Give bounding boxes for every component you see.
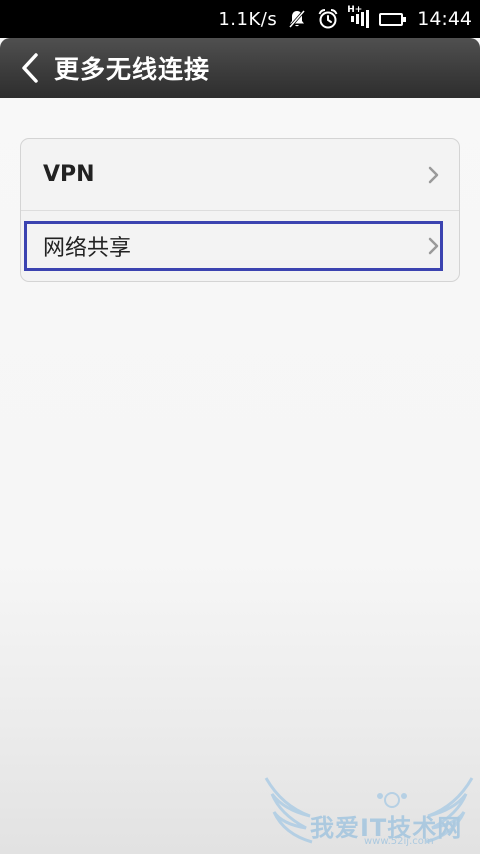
chevron-right-icon [427, 166, 439, 184]
menu-item-network-sharing[interactable]: 网络共享 [21, 210, 459, 281]
network-speed: 1.1K/s [218, 8, 278, 30]
menu-item-label: 网络共享 [43, 236, 132, 261]
status-time: 14:44 [417, 8, 472, 30]
chevron-right-icon [427, 237, 439, 255]
watermark: 我爱IT技术网 www.52ij.com [262, 776, 476, 850]
signal-type-label: H+ [347, 5, 363, 15]
battery-icon [379, 12, 407, 26]
alarm-icon [317, 8, 339, 30]
settings-card: VPN 网络共享 [20, 138, 460, 282]
menu-item-vpn[interactable]: VPN [21, 139, 459, 210]
back-button[interactable] [6, 38, 54, 98]
menu-item-label: VPN [43, 162, 95, 187]
chevron-left-icon [22, 53, 38, 83]
page-title: 更多无线连接 [54, 55, 211, 84]
title-bar: 更多无线连接 [0, 38, 480, 98]
watermark-subtext: www.52ij.com [364, 836, 434, 847]
status-bar: 1.1K/s H+ 14:44 [0, 0, 480, 38]
signal-icon: H+ [347, 5, 370, 28]
notification-off-icon [287, 9, 307, 29]
